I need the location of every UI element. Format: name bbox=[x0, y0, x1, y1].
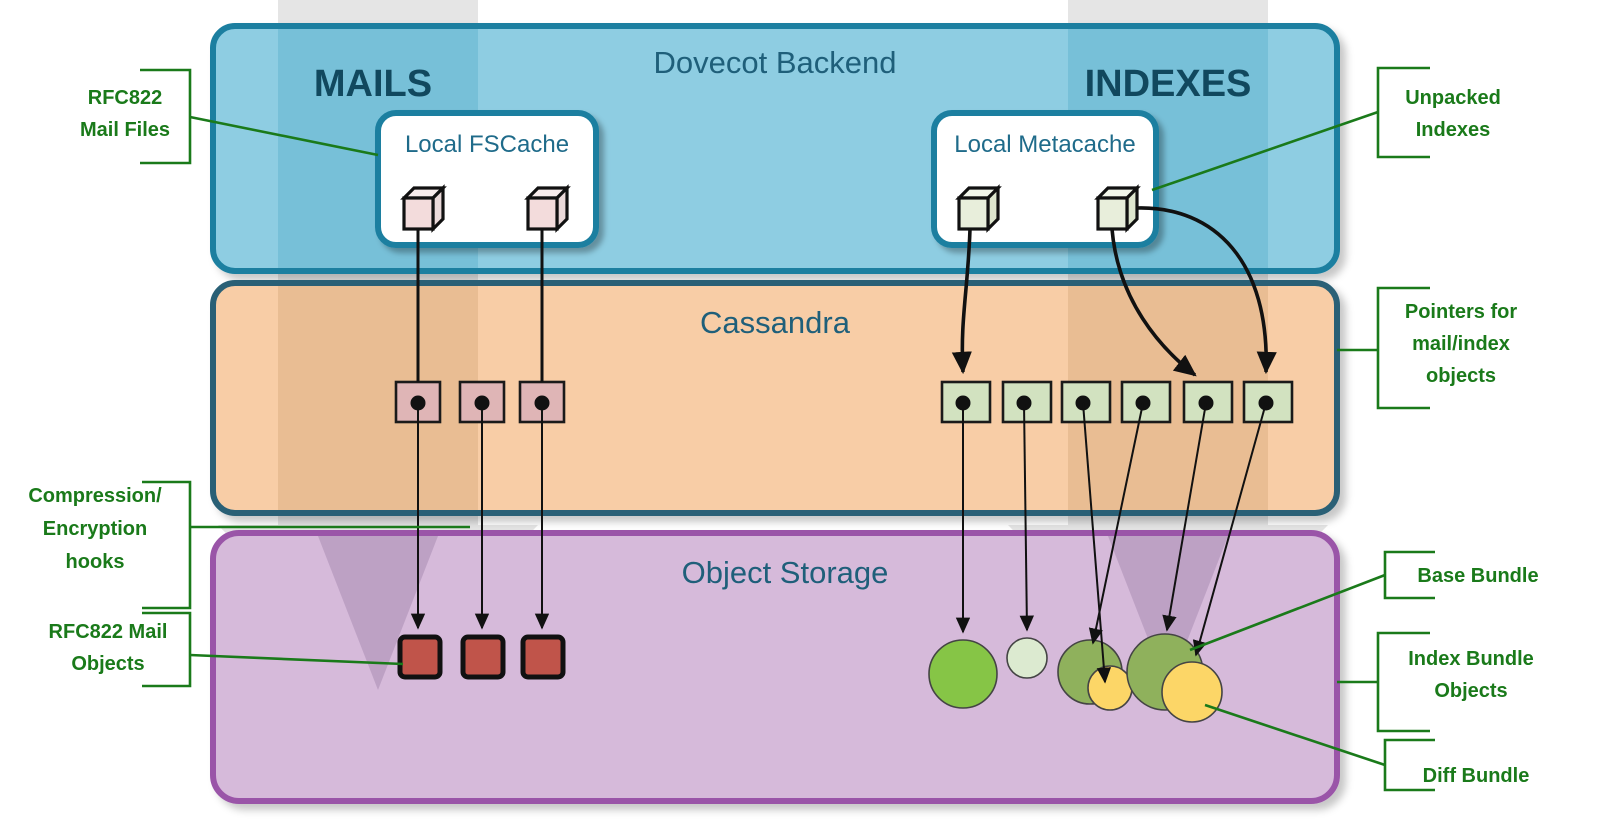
layer-title-cassandra: Cassandra bbox=[700, 305, 851, 340]
bracket-unpacked-indexes bbox=[1376, 66, 1430, 159]
index-pointer-6[interactable] bbox=[1242, 380, 1294, 424]
base-bundle-2[interactable] bbox=[1006, 637, 1048, 679]
index-pointer-3[interactable] bbox=[1060, 380, 1112, 424]
mails-column-band-cassandra bbox=[278, 286, 478, 510]
diff-bundle-4[interactable] bbox=[1161, 661, 1223, 723]
mail-object-2[interactable] bbox=[460, 634, 506, 680]
index-pointer-5[interactable] bbox=[1182, 380, 1234, 424]
local-fscache-label: Local FSCache bbox=[405, 131, 569, 158]
annotation-diff-bundle: Diff Bundle bbox=[1423, 765, 1530, 787]
index-pointer-4[interactable] bbox=[1120, 380, 1172, 424]
index-pointer-2[interactable] bbox=[1001, 380, 1053, 424]
local-fscache-card[interactable]: Local FSCache bbox=[375, 110, 599, 248]
diff-bundle-3[interactable] bbox=[1087, 665, 1133, 711]
annotation-pointers-line1: Pointers for bbox=[1405, 301, 1517, 323]
index-cube-1[interactable] bbox=[955, 184, 1002, 233]
section-title-indexes: INDEXES bbox=[1085, 63, 1252, 105]
annotation-index-bundle-line1: Index Bundle bbox=[1408, 648, 1534, 670]
local-metacache-label: Local Metacache bbox=[954, 131, 1135, 158]
annotation-rfc822-mail-files-line2: Mail Files bbox=[80, 119, 170, 141]
annotation-pointers-line3: objects bbox=[1426, 365, 1496, 387]
local-metacache-card[interactable]: Local Metacache bbox=[931, 110, 1159, 248]
mail-object-1[interactable] bbox=[397, 634, 443, 680]
diagram-canvas: Dovecot Backend MAILS INDEXES Local FSCa… bbox=[0, 0, 1617, 829]
mail-pointer-boxes bbox=[394, 380, 566, 424]
mail-objects bbox=[397, 634, 566, 680]
index-cube-2[interactable] bbox=[1094, 184, 1141, 233]
base-bundle-1[interactable] bbox=[928, 639, 998, 709]
mail-object-3[interactable] bbox=[520, 634, 566, 680]
annotation-mail-objects-line2: Objects bbox=[71, 653, 144, 675]
annotation-compression-line1: Compression/ bbox=[28, 485, 162, 507]
mail-cube-2[interactable] bbox=[524, 184, 571, 233]
annotation-rfc822-mail-files-line1: RFC822 bbox=[88, 87, 162, 109]
layer-title-dovecot: Dovecot Backend bbox=[654, 45, 897, 80]
annotation-pointers-line2: mail/index bbox=[1412, 333, 1510, 355]
annotation-index-bundle-line2: Objects bbox=[1434, 680, 1507, 702]
bracket-rfc822-mail-files bbox=[140, 68, 192, 165]
section-title-mails: MAILS bbox=[314, 63, 432, 105]
layer-title-object-storage: Object Storage bbox=[682, 555, 889, 590]
index-pointer-1[interactable] bbox=[940, 380, 992, 424]
annotation-base-bundle: Base Bundle bbox=[1417, 565, 1538, 587]
annotation-compression-line3: hooks bbox=[66, 551, 125, 573]
annotation-compression-line2: Encryption bbox=[43, 518, 147, 540]
annotation-unpacked-indexes-line1: Unpacked bbox=[1405, 87, 1501, 109]
mail-cube-1[interactable] bbox=[400, 184, 447, 233]
annotation-mail-objects-line1: RFC822 Mail bbox=[49, 621, 168, 643]
annotation-unpacked-indexes-line2: Indexes bbox=[1416, 119, 1490, 141]
